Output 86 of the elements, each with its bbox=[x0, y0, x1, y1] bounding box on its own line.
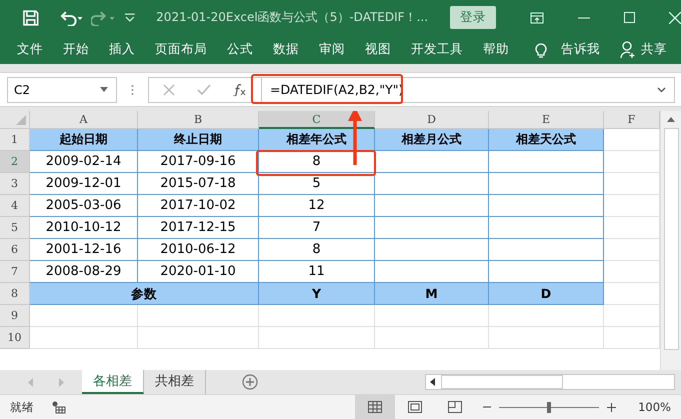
table-cell: 2017-12-15 bbox=[138, 217, 259, 240]
ribbon-tab[interactable]: 审阅 bbox=[319, 41, 345, 58]
arrow bbox=[348, 111, 362, 166]
zoom-level[interactable]: 100% bbox=[638, 400, 671, 414]
ribbon-tab[interactable]: 文件 bbox=[17, 41, 43, 58]
table-cell: 8 bbox=[259, 151, 375, 174]
row-header[interactable]: 9 bbox=[0, 305, 30, 328]
table-cell: 2017-09-16 bbox=[138, 151, 259, 174]
table-cell: 2017-10-02 bbox=[138, 195, 259, 218]
table-cell: Y bbox=[259, 283, 375, 306]
column-header[interactable]: A bbox=[30, 111, 138, 130]
share-button[interactable]: 共享 bbox=[641, 41, 667, 58]
zoom-in-icon[interactable] bbox=[607, 402, 616, 412]
row-header[interactable]: 4 bbox=[0, 195, 30, 218]
minimize-icon[interactable] bbox=[578, 16, 590, 19]
window-title: 2021-01-20Excel函数与公式（5）-DATEDIF！... bbox=[156, 9, 428, 26]
column-header[interactable]: B bbox=[138, 111, 259, 130]
row-header[interactable]: 5 bbox=[0, 217, 30, 240]
macro-record-icon[interactable] bbox=[52, 400, 66, 414]
close-icon[interactable] bbox=[669, 12, 681, 24]
row-header[interactable]: 3 bbox=[0, 173, 30, 196]
ribbon-tab[interactable]: 公式 bbox=[227, 41, 253, 58]
row-header[interactable]: 8 bbox=[0, 283, 30, 306]
ribbon-tab[interactable]: 帮助 bbox=[483, 41, 509, 58]
table-cell: M bbox=[375, 283, 489, 306]
ribbon-display-icon[interactable] bbox=[530, 12, 544, 24]
table-cell: 2009-02-14 bbox=[30, 151, 138, 174]
column-header[interactable]: D bbox=[375, 111, 489, 130]
table-cell: 2001-12-16 bbox=[30, 239, 138, 262]
tell-me-search[interactable]: 告诉我 bbox=[561, 41, 600, 58]
ribbon-tab[interactable]: 开发工具 bbox=[411, 41, 463, 58]
function-icon[interactable] bbox=[233, 84, 247, 96]
table-cell: 8 bbox=[259, 239, 375, 262]
ribbon-tab[interactable]: 插入 bbox=[109, 41, 135, 58]
ribbon-tab[interactable]: 页面布局 bbox=[155, 41, 207, 58]
page-icon[interactable] bbox=[408, 401, 422, 413]
ribbon-tab[interactable]: 视图 bbox=[365, 41, 391, 58]
page-break-icon[interactable] bbox=[448, 401, 462, 413]
scroll-left-icon[interactable] bbox=[430, 378, 435, 386]
status-text: 就绪 bbox=[10, 400, 34, 414]
table-cell: 2010-10-12 bbox=[30, 217, 138, 240]
horizontal-scrollbar[interactable] bbox=[425, 374, 675, 390]
column-header[interactable]: F bbox=[604, 111, 660, 130]
normal-view-button[interactable] bbox=[355, 395, 396, 419]
person-add-icon[interactable] bbox=[620, 40, 636, 59]
table-cell: 2009-12-01 bbox=[30, 173, 138, 196]
sheet-tab[interactable]: 各相差 bbox=[82, 370, 144, 394]
drag-handle-icon[interactable] bbox=[131, 84, 134, 96]
table-cell: 相差天公式 bbox=[489, 129, 604, 152]
grid-icon[interactable] bbox=[368, 401, 382, 413]
table-cell: 相差年公式 bbox=[259, 129, 375, 152]
row-header[interactable]: 6 bbox=[0, 239, 30, 262]
zoom-slider-thumb[interactable] bbox=[547, 402, 552, 412]
maximize-icon[interactable] bbox=[624, 12, 636, 24]
table-cell: 7 bbox=[259, 217, 375, 240]
ribbon-tab[interactable]: 数据 bbox=[273, 41, 299, 58]
check-icon[interactable] bbox=[197, 84, 211, 96]
table-cell: 参数 bbox=[30, 283, 259, 306]
column-header[interactable]: C bbox=[259, 111, 375, 130]
row-header[interactable]: 1 bbox=[0, 129, 30, 152]
row-header[interactable]: 10 bbox=[0, 327, 30, 350]
login-button[interactable]: 登录 bbox=[450, 6, 496, 30]
table-cell: 2010-06-12 bbox=[138, 239, 259, 262]
name-box[interactable]: C2 bbox=[7, 76, 117, 103]
scroll-up-icon[interactable] bbox=[667, 117, 675, 122]
row-header[interactable]: 2 bbox=[0, 151, 30, 174]
ribbon-tab[interactable]: 开始 bbox=[63, 41, 89, 58]
dropdown-icon[interactable] bbox=[100, 87, 108, 92]
table-cell: 相差月公式 bbox=[375, 129, 489, 152]
vertical-scrollbar[interactable] bbox=[660, 111, 681, 370]
table-cell: 2005-03-06 bbox=[30, 195, 138, 218]
table-cell: 5 bbox=[259, 173, 375, 196]
table-cell: 终止日期 bbox=[138, 129, 259, 152]
add-sheet-icon[interactable] bbox=[242, 374, 258, 390]
formula-input[interactable]: =DATEDIF(A2,B2,"Y") bbox=[261, 76, 675, 103]
table-cell: D bbox=[489, 283, 604, 306]
column-header[interactable]: E bbox=[489, 111, 604, 130]
table-cell: 2015-07-18 bbox=[138, 173, 259, 196]
expand-chevron-icon[interactable] bbox=[657, 86, 666, 93]
lightbulb-icon[interactable] bbox=[535, 40, 547, 59]
row-header[interactable]: 7 bbox=[0, 261, 30, 284]
table-cell: 起始日期 bbox=[30, 129, 138, 152]
table-cell: 12 bbox=[259, 195, 375, 218]
save-icon[interactable] bbox=[22, 8, 40, 27]
customize-dropdown-icon[interactable] bbox=[124, 12, 136, 23]
undo-icon[interactable] bbox=[58, 10, 84, 26]
